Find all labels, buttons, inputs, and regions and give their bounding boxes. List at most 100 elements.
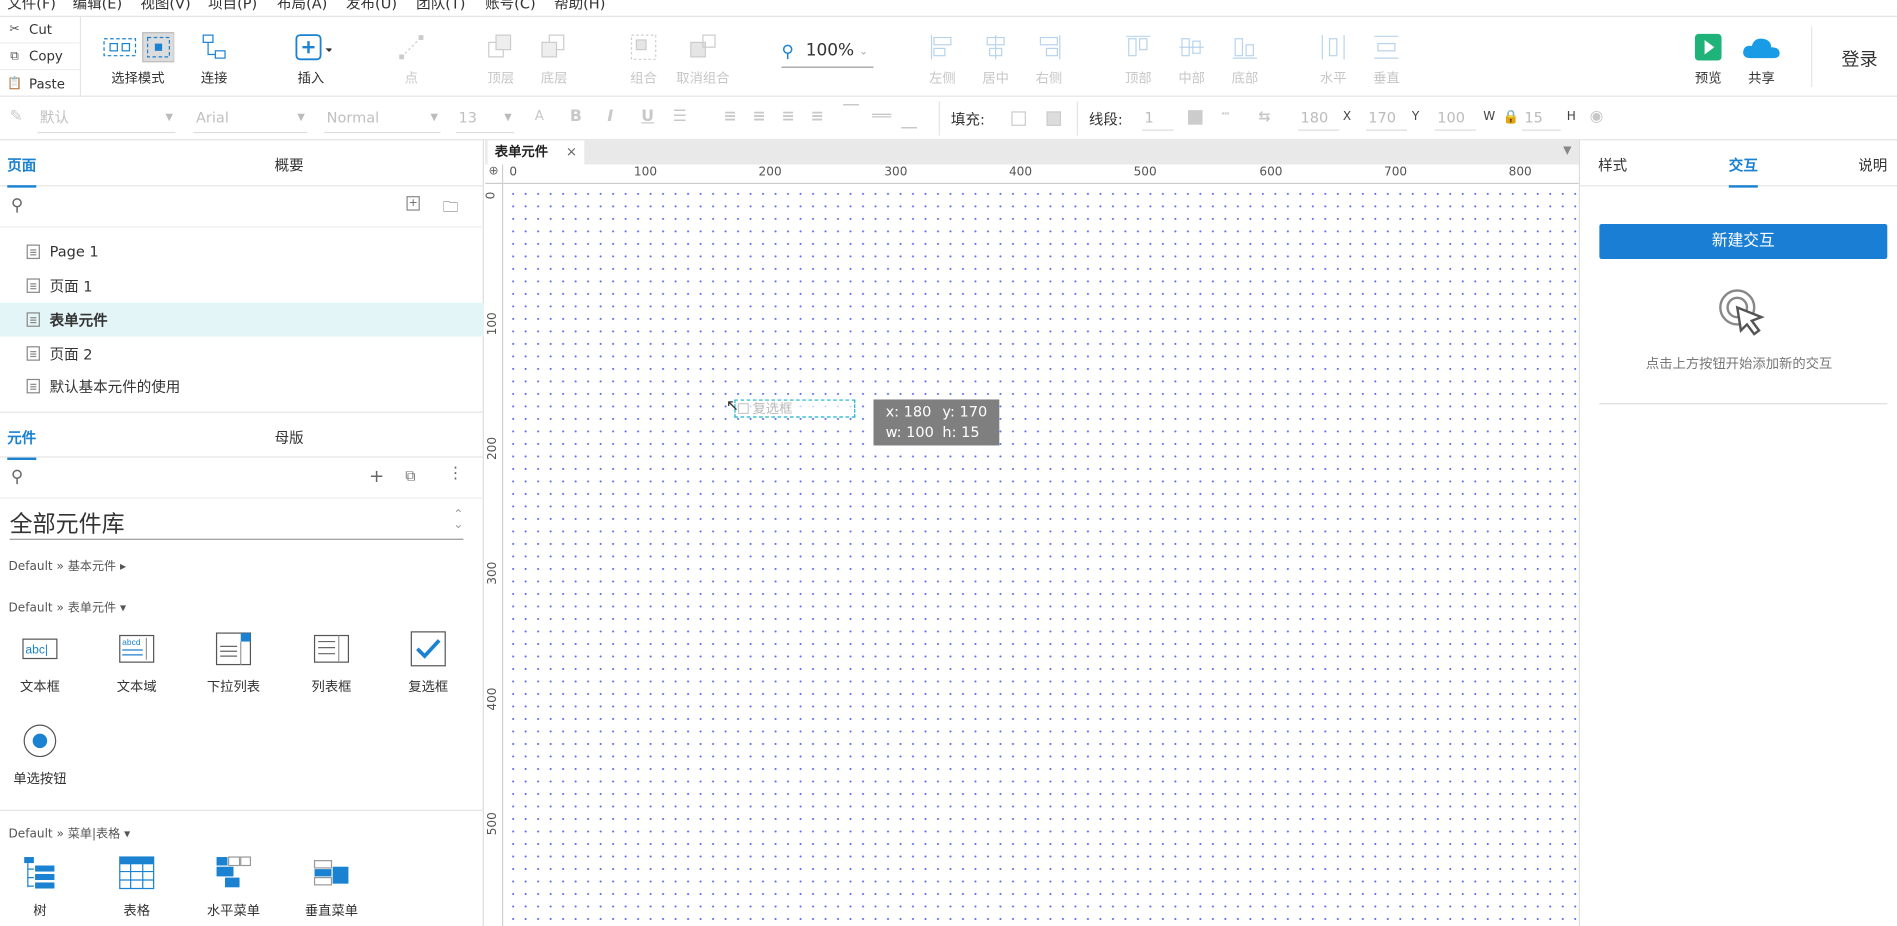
height-input[interactable]: 15 — [1521, 107, 1561, 131]
line-color-swatch[interactable] — [1188, 110, 1203, 125]
x-input[interactable]: 180 — [1298, 107, 1340, 131]
valign-middle-icon[interactable]: ══ — [872, 108, 891, 126]
widget-text-area[interactable]: abcd 文本域 — [100, 631, 173, 704]
bold-icon[interactable]: B — [570, 108, 582, 126]
copy-button[interactable]: ⧉ Copy — [0, 44, 80, 71]
dragged-checkbox-widget[interactable]: 复选框 — [734, 399, 856, 418]
new-interaction-button[interactable]: 新建交互 — [1599, 223, 1888, 260]
group-form-widgets[interactable]: Default » 表单元件 ▾ — [8, 597, 126, 615]
tab-menu-chevron-icon[interactable]: ▼ — [1563, 145, 1571, 157]
menu-team[interactable]: 团队(T) — [416, 0, 465, 13]
tab-outline[interactable]: 概要 — [275, 155, 304, 176]
document-tab[interactable]: 表单元件 × — [487, 140, 585, 165]
fill-color-swatch[interactable] — [1011, 111, 1026, 126]
valign-top-icon[interactable]: ‾‾ — [843, 103, 859, 121]
distribute-horizontal-button[interactable]: 水平 — [1313, 17, 1354, 97]
preview-button[interactable]: 预览 — [1688, 17, 1729, 97]
style-select[interactable]: 默认 ▼ — [37, 104, 176, 134]
cut-button[interactable]: ✂ Cut — [0, 17, 80, 44]
search-icon[interactable]: ⚲ — [11, 467, 23, 486]
distribute-vertical-button[interactable]: 垂直 — [1366, 17, 1407, 97]
design-canvas[interactable]: 复选框 ↖ x: 180 y: 170 w: 100 h: 15 — [503, 183, 1579, 926]
widget-tree[interactable]: 树 — [4, 855, 77, 926]
align-middle-button[interactable]: 中部 — [1171, 17, 1212, 97]
tab-style[interactable]: 样式 — [1598, 155, 1627, 176]
lock-icon[interactable]: 🔒 — [1503, 109, 1520, 125]
login-button[interactable]: 登录 — [1841, 46, 1877, 71]
page-item[interactable]: 页面 2 — [0, 337, 484, 371]
widget-vertical-menu[interactable]: 垂直菜单 — [295, 855, 368, 926]
page-item[interactable]: Page 1 — [0, 235, 484, 269]
widget-dropdown[interactable]: 下拉列表 — [197, 631, 270, 704]
font-select[interactable]: Arial ▼ — [193, 104, 308, 134]
text-justify-icon[interactable]: ≡ — [811, 108, 824, 126]
font-color-icon[interactable]: A — [535, 108, 544, 124]
menu-layout[interactable]: 布局(A) — [277, 0, 327, 13]
align-bottom-button[interactable]: 底部 — [1224, 17, 1265, 97]
share-button[interactable]: 共享 — [1737, 17, 1785, 97]
group-menu-table[interactable]: Default » 菜单|表格 ▾ — [8, 823, 130, 841]
align-top-button[interactable]: 顶部 — [1118, 17, 1159, 97]
align-center-button[interactable]: 居中 — [975, 17, 1016, 97]
text-align-center-icon[interactable]: ≡ — [752, 108, 765, 126]
bullet-list-icon[interactable]: ☰ — [673, 108, 687, 126]
search-icon[interactable]: ⚲ — [11, 196, 23, 215]
align-left-button[interactable]: 左侧 — [922, 17, 963, 97]
library-select[interactable]: 全部元件库 ⌃ ⌄ — [9, 506, 463, 540]
tab-interaction[interactable]: 交互 — [1728, 155, 1758, 188]
fill-shadow-swatch[interactable] — [1046, 111, 1061, 126]
insert-button[interactable]: 插入 — [290, 17, 332, 97]
page-item[interactable]: 默认基本元件的使用 — [0, 369, 484, 403]
paste-button[interactable]: 📋 Paste — [0, 70, 80, 97]
widget-label: 树 — [33, 903, 47, 919]
tab-pages[interactable]: 页面 — [7, 155, 37, 188]
library-icon[interactable]: ⧉ — [405, 467, 415, 485]
line-width-input[interactable]: 1 — [1142, 107, 1174, 131]
widget-text-field[interactable]: abc| 文本框 — [4, 631, 77, 704]
add-page-icon[interactable]: + — [406, 196, 420, 211]
point-button[interactable]: 点 — [391, 17, 432, 97]
underline-icon[interactable]: U — [641, 108, 654, 126]
menu-edit[interactable]: 编辑(E) — [73, 0, 123, 13]
menu-help[interactable]: 帮助(H) — [554, 0, 605, 13]
menu-view[interactable]: 视图(V) — [140, 0, 190, 13]
valign-bottom-icon[interactable]: __ — [901, 111, 917, 129]
group-basic-widgets[interactable]: Default » 基本元件 ▸ — [8, 556, 126, 573]
tab-notes[interactable]: 说明 — [1858, 155, 1887, 176]
close-icon[interactable]: × — [566, 140, 577, 164]
line-pattern-icon[interactable]: ┅ — [1222, 108, 1229, 121]
page-item[interactable]: 页面 1 — [0, 269, 484, 303]
menu-project[interactable]: 项目(P) — [208, 0, 257, 13]
widget-table[interactable]: 表格 — [100, 855, 173, 926]
italic-icon[interactable]: I — [607, 108, 613, 126]
widget-radio[interactable]: 单选按钮 — [4, 723, 77, 796]
width-input[interactable]: 100 — [1434, 107, 1476, 131]
select-mode-button[interactable]: 选择模式 — [103, 17, 175, 97]
tab-widgets[interactable]: 元件 — [7, 427, 37, 460]
connect-button[interactable]: 连接 — [194, 17, 235, 97]
ungroup-button[interactable]: 取消组合 — [676, 17, 730, 97]
tab-masters[interactable]: 母版 — [275, 427, 304, 448]
font-size-select[interactable]: 13 ▼ — [456, 104, 515, 134]
align-right-button[interactable]: 右侧 — [1028, 17, 1069, 97]
text-align-left-icon[interactable]: ≡ — [723, 108, 736, 126]
bring-front-button[interactable]: 顶层 — [480, 17, 521, 97]
more-icon[interactable]: ⋮ — [448, 465, 464, 483]
widget-checkbox[interactable]: 复选框 — [392, 631, 465, 704]
menu-account[interactable]: 账号(C) — [485, 0, 536, 13]
widget-horizontal-menu[interactable]: 水平菜单 — [197, 855, 270, 926]
arrow-style-icon[interactable]: ⇆ — [1258, 108, 1270, 125]
font-weight-select[interactable]: Normal ▼ — [324, 104, 441, 134]
widget-list-box[interactable]: 列表框 — [295, 631, 368, 704]
page-item-selected[interactable]: 表单元件 — [0, 302, 484, 337]
menu-publish[interactable]: 发布(U) — [346, 0, 397, 13]
add-library-icon[interactable]: + — [369, 465, 384, 487]
y-input[interactable]: 170 — [1365, 107, 1407, 131]
send-back-button[interactable]: 底层 — [534, 17, 575, 97]
text-align-right-icon[interactable]: ≡ — [782, 108, 795, 126]
folder-icon[interactable]: 🗀 — [443, 196, 459, 223]
zoom-select[interactable]: ⚲ 100% ⌄ — [781, 39, 874, 68]
group-button[interactable]: 组合 — [623, 17, 664, 97]
menu-file[interactable]: 文件(F) — [7, 0, 56, 13]
eye-icon[interactable]: ◉ — [1590, 108, 1604, 126]
